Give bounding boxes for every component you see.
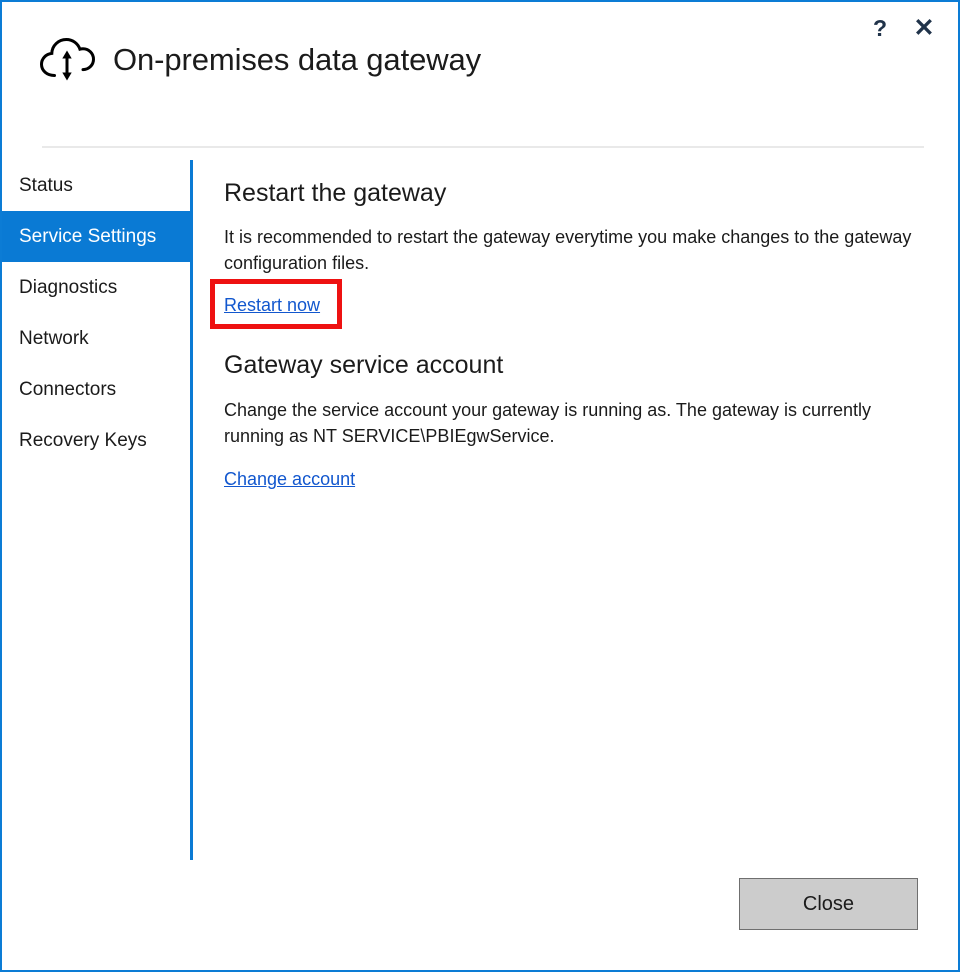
sidebar-item-label: Network bbox=[19, 328, 89, 350]
sidebar-item-status[interactable]: Status bbox=[2, 160, 190, 211]
sidebar-item-label: Status bbox=[19, 175, 73, 197]
window-controls: ? ✕ bbox=[858, 10, 946, 46]
app-title-row: On-premises data gateway bbox=[38, 30, 481, 88]
sidebar-item-label: Diagnostics bbox=[19, 277, 117, 299]
gateway-window: On-premises data gateway ? ✕ Status Serv… bbox=[0, 0, 960, 972]
sidebar-divider bbox=[190, 160, 193, 860]
gateway-service-account-section: Gateway service account Change the servi… bbox=[224, 350, 924, 490]
account-section-heading: Gateway service account bbox=[224, 350, 924, 381]
change-account-link[interactable]: Change account bbox=[224, 469, 355, 490]
sidebar-item-diagnostics[interactable]: Diagnostics bbox=[2, 262, 190, 313]
page-title: On-premises data gateway bbox=[113, 44, 481, 75]
title-bar: On-premises data gateway ? ✕ bbox=[2, 2, 958, 143]
cloud-sync-icon bbox=[38, 30, 96, 88]
restart-section-body: It is recommended to restart the gateway… bbox=[224, 225, 916, 276]
sidebar-item-connectors[interactable]: Connectors bbox=[2, 364, 190, 415]
restart-section-heading: Restart the gateway bbox=[224, 178, 924, 209]
help-icon[interactable]: ? bbox=[858, 10, 902, 46]
sidebar-item-network[interactable]: Network bbox=[2, 313, 190, 364]
close-button[interactable]: Close bbox=[739, 878, 918, 930]
sidebar-item-label: Recovery Keys bbox=[19, 430, 147, 452]
header-divider bbox=[42, 146, 924, 148]
sidebar: Status Service Settings Diagnostics Netw… bbox=[2, 160, 190, 466]
restart-link-container: Restart now bbox=[224, 295, 924, 316]
sidebar-item-recovery-keys[interactable]: Recovery Keys bbox=[2, 415, 190, 466]
sidebar-item-service-settings[interactable]: Service Settings bbox=[2, 211, 190, 262]
restart-gateway-section: Restart the gateway It is recommended to… bbox=[224, 178, 924, 316]
close-icon[interactable]: ✕ bbox=[902, 10, 946, 46]
sidebar-item-label: Connectors bbox=[19, 379, 116, 401]
account-section-body: Change the service account your gateway … bbox=[224, 398, 916, 449]
restart-now-link[interactable]: Restart now bbox=[224, 295, 320, 316]
sidebar-item-label: Service Settings bbox=[19, 226, 156, 248]
